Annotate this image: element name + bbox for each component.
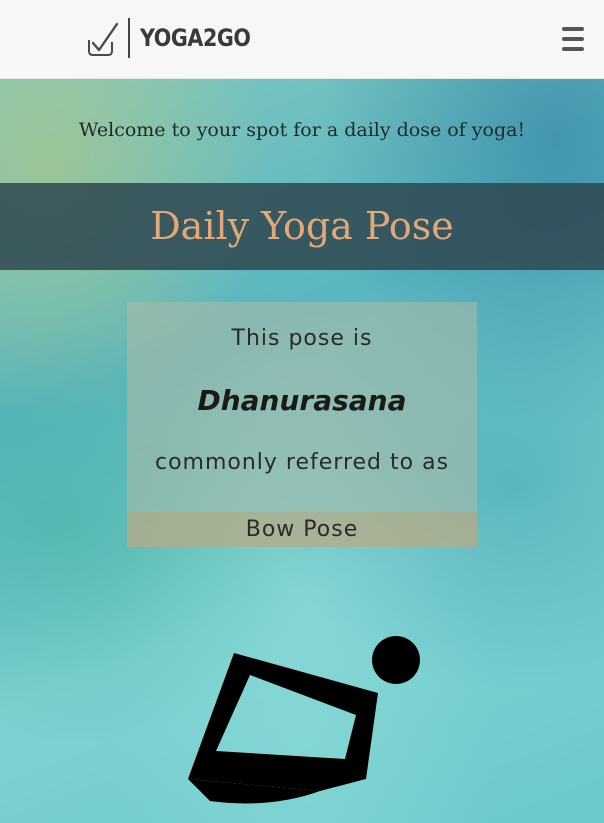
pose-english-name: Bow Pose <box>245 517 359 542</box>
pose-connector-text: commonly referred to as <box>154 450 450 475</box>
brand-name: YOGA2GO <box>140 24 251 52</box>
site-logo[interactable]: YOGA2GO <box>86 18 269 58</box>
pose-intro-text: This pose is <box>231 326 373 351</box>
site-header: YOGA2GO <box>0 0 604 79</box>
welcome-message: Welcome to your spot for a daily dose of… <box>78 119 526 141</box>
section-title-band: Daily Yoga Pose <box>0 183 604 270</box>
checkmark-logo-icon <box>88 22 119 56</box>
pose-card: This pose is Dhanurasana commonly referr… <box>127 302 477 547</box>
logo-divider <box>128 18 130 58</box>
hero-section: Welcome to your spot for a daily dose of… <box>0 79 604 823</box>
hamburger-menu-icon[interactable] <box>562 27 584 51</box>
pose-sanskrit-name: Dhanurasana <box>197 384 407 417</box>
bow-pose-figure-icon <box>188 636 420 804</box>
section-title: Daily Yoga Pose <box>150 204 454 248</box>
pose-english-bar: Bow Pose <box>127 512 477 547</box>
